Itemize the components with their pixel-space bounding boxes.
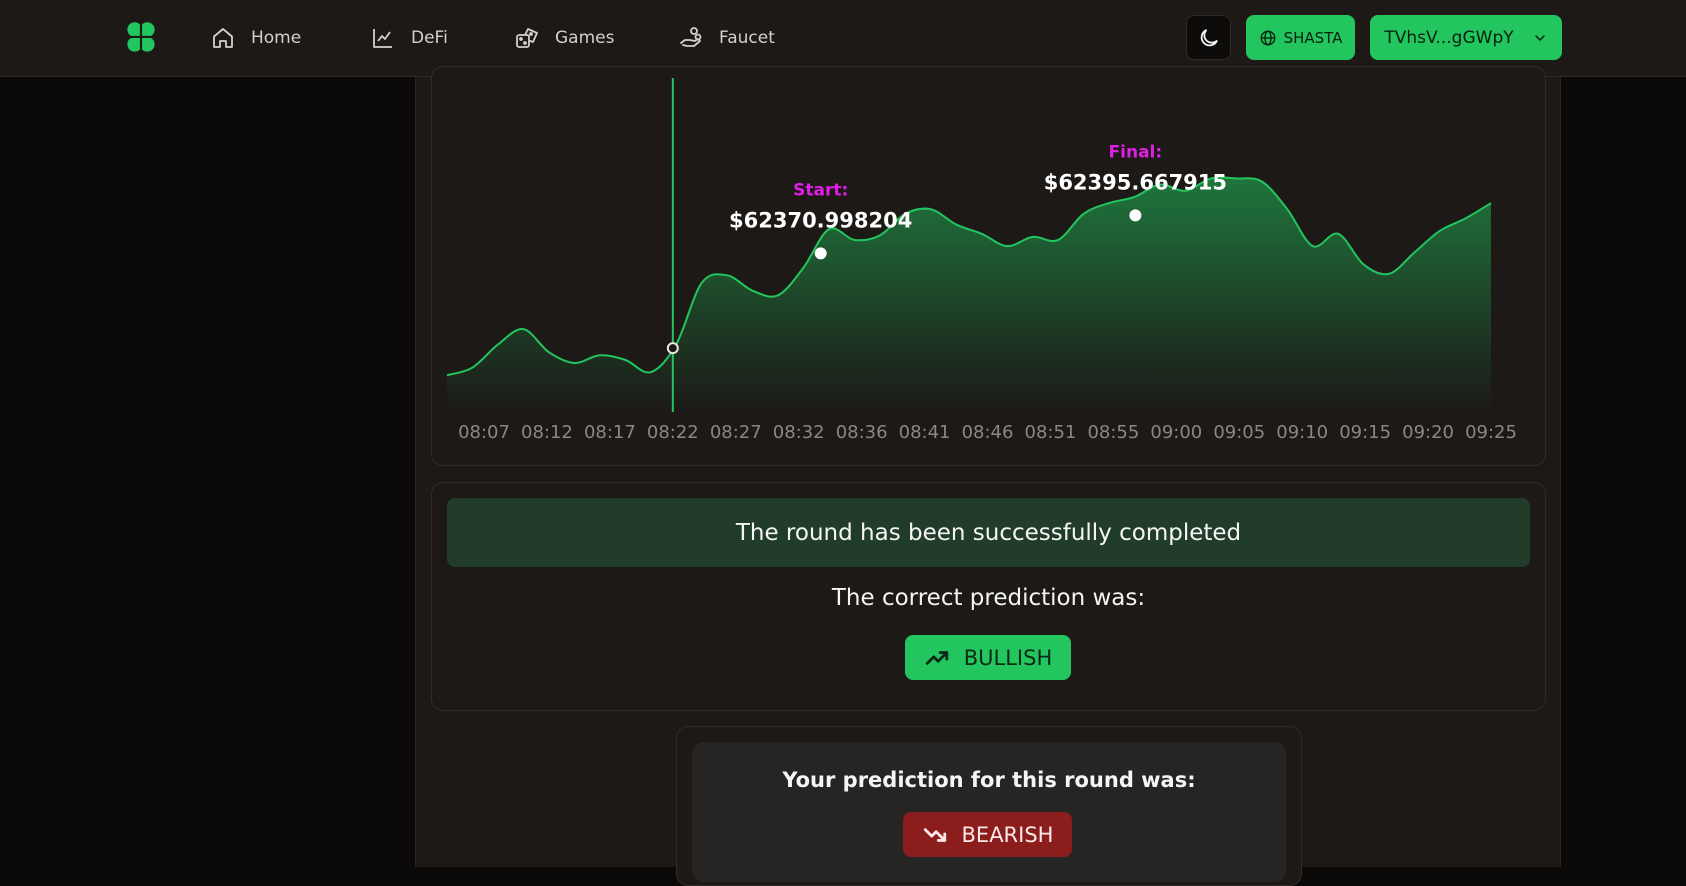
trending-down-icon — [923, 827, 946, 842]
your-prediction-label: Your prediction for this round was: — [782, 768, 1196, 792]
chart-x-tick-label: 09:10 — [1276, 422, 1328, 443]
chart-start-label: Start: — [793, 180, 848, 200]
chart-x-tick-label: 08:22 — [647, 422, 699, 443]
chart-final-label: Final: — [1109, 142, 1163, 162]
chart-x-tick-label: 08:46 — [962, 422, 1014, 443]
chart-x-tick-label: 09:15 — [1339, 422, 1391, 443]
price-chart: 08:07 08:12 08:17 08:22 08:27 08:32 08:36 08:41… — [446, 78, 1517, 443]
chart-x-tick-label: 08:32 — [773, 422, 825, 443]
chart-x-tick-label: 08:55 — [1087, 422, 1139, 443]
chart-x-tick-label: 08:07 — [458, 422, 510, 443]
chart-hover-point — [666, 342, 679, 355]
trending-up-icon — [925, 650, 948, 665]
chart-x-tick-label: 09:20 — [1402, 422, 1454, 443]
chart-x-tick-label: 09:00 — [1150, 422, 1202, 443]
chart-x-tick-label: 08:36 — [836, 422, 888, 443]
chart-x-tick-label: 09:25 — [1465, 422, 1517, 443]
correct-prediction-label: The correct prediction was: — [831, 585, 1146, 611]
chart-final-value: $62395.667915 — [1044, 170, 1227, 194]
chart-x-tick-label: 08:27 — [710, 422, 762, 443]
chart-x-tick-label: 08:51 — [1025, 422, 1077, 443]
chart-x-tick-label: 08:17 — [584, 422, 636, 443]
chart-x-tick-label: 08:12 — [521, 422, 573, 443]
chart-start-value: $62370.998204 — [729, 208, 912, 232]
chart-x-tick-label: 08:41 — [899, 422, 951, 443]
bearish-badge: BEARISH — [903, 812, 1072, 857]
bullish-badge: BULLISH — [905, 635, 1071, 680]
chart-area-fill — [447, 177, 1491, 412]
round-complete-banner: The round has been successfully complete… — [447, 498, 1530, 567]
chart-final-point — [1129, 209, 1142, 222]
bullish-label: BULLISH — [963, 645, 1053, 670]
chart-start-point — [814, 247, 827, 260]
chart-x-tick-label: 09:05 — [1213, 422, 1265, 443]
bearish-label: BEARISH — [961, 822, 1054, 847]
